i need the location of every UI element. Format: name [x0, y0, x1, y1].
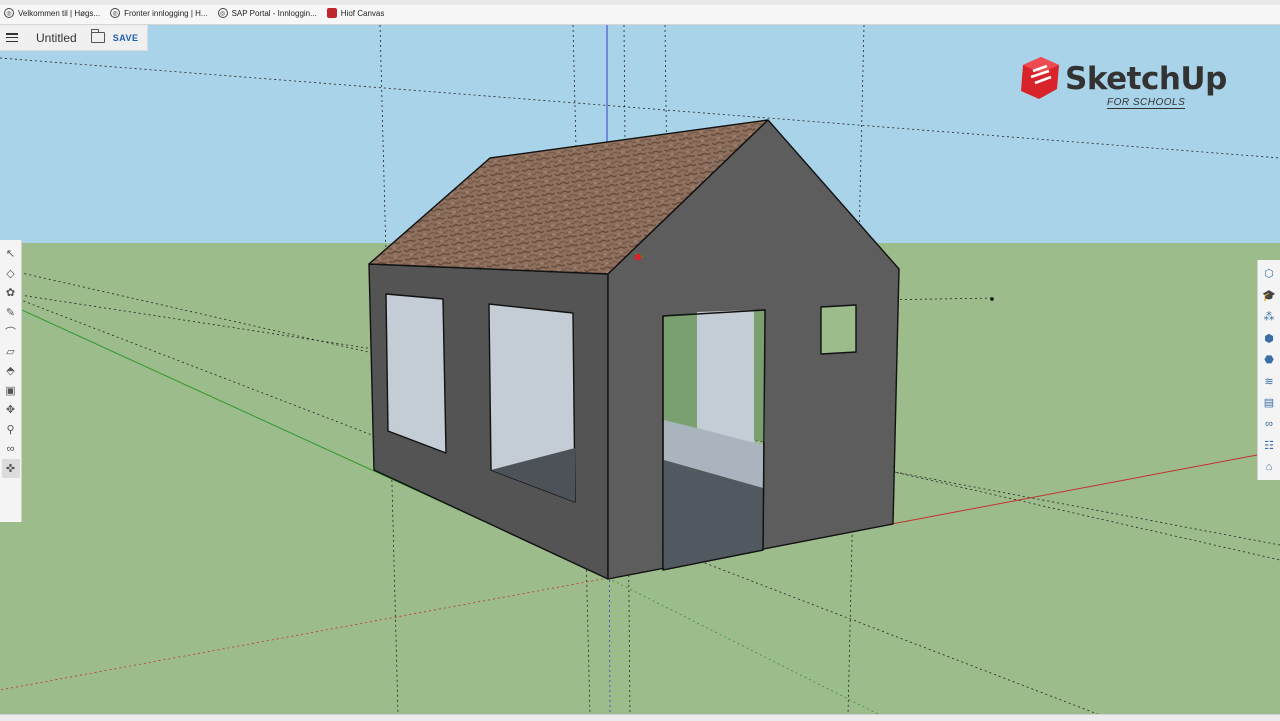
rectangle-tool-icon[interactable]: ▱ — [2, 342, 20, 362]
eraser-tool-icon[interactable]: ◇ — [2, 264, 20, 284]
panels-toolbar: ⬡ 🎓 ⁂ ⬢ ⬣ ≋ ▤ ∞ ☷ ⌂ — [1257, 260, 1280, 480]
styles-icon[interactable]: ⬣ — [1260, 349, 1278, 371]
interior-opening-left — [664, 313, 697, 428]
logo-name: SketchUp — [1065, 61, 1227, 97]
orbit-tool-icon[interactable]: ✜ — [1, 458, 20, 478]
tape-measure-icon[interactable]: ⚲ — [2, 420, 20, 440]
tools-toolbar: ↖ ◇ ✿ ✎ ⌒ ▱ ⬘ ▣ ✥ ⚲ ∞ ✜ — [0, 240, 22, 522]
bookmark-fronter[interactable]: ◎ Fronter innlogging | H... — [110, 8, 208, 18]
scene-canvas[interactable] — [0, 25, 1280, 715]
bookmark-label: Fronter innlogging | H... — [124, 8, 208, 18]
globe-icon: ◎ — [110, 8, 121, 18]
arc-tool-icon[interactable]: ⌒ — [2, 322, 20, 342]
extensions-icon[interactable]: ⌂ — [1260, 457, 1278, 479]
document-title[interactable]: Untitled — [36, 31, 77, 45]
move-tool-icon[interactable]: ✥ — [2, 400, 20, 420]
bookmark-velkommen[interactable]: ◎ Velkommen til | Høgs... — [4, 8, 100, 18]
bookmark-label: Velkommen til | Høgs... — [18, 8, 101, 18]
logo-tagline: FOR SCHOOLS — [1107, 97, 1186, 109]
tab-strip — [0, 0, 1280, 5]
logo-mark-icon — [1021, 57, 1059, 99]
model-viewport[interactable] — [0, 25, 1280, 715]
select-tool-icon[interactable]: ↖ — [2, 244, 20, 264]
materials-icon[interactable]: ⬢ — [1260, 328, 1278, 350]
front-window-left — [385, 293, 447, 454]
walk-tool-icon[interactable]: ∞ — [2, 439, 20, 459]
bookmark-canvas[interactable]: Hiof Canvas — [326, 8, 385, 18]
sketchup-logo: SketchUp FOR SCHOOLS — [1019, 55, 1229, 115]
layers-icon[interactable]: ≋ — [1260, 371, 1278, 393]
folder-icon[interactable] — [90, 29, 105, 43]
globe-icon: ◎ — [217, 8, 228, 18]
entity-info-icon[interactable]: ⬡ — [1260, 263, 1278, 285]
outliner-icon[interactable]: ☷ — [1260, 435, 1278, 457]
offset-tool-icon[interactable]: ▣ — [2, 381, 20, 401]
display-icon[interactable]: ∞ — [1260, 414, 1278, 436]
globe-icon: ◎ — [4, 8, 14, 18]
canvas-icon — [326, 8, 337, 18]
app-header: Untitled SAVE — [0, 25, 148, 51]
bookmarks-bar: ◎ Velkommen til | Høgs... ◎ Fronter innl… — [4, 8, 384, 18]
paint-bucket-icon[interactable]: ✿ — [2, 283, 20, 303]
interior-opening-right — [754, 310, 765, 442]
menu-icon[interactable] — [6, 33, 18, 42]
bookmark-sap[interactable]: ◎ SAP Portal - Innloggin... — [217, 8, 317, 18]
bookmark-label: SAP Portal - Innloggin... — [231, 8, 317, 18]
gable-window — [820, 304, 857, 355]
components-icon[interactable]: ⁂ — [1260, 306, 1278, 328]
browser-chrome: ◎ Velkommen til | Høgs... ◎ Fronter innl… — [0, 0, 1280, 25]
interior-back-wall — [697, 310, 754, 443]
guide-point — [990, 297, 994, 301]
save-button[interactable]: SAVE — [113, 33, 139, 43]
instructor-icon[interactable]: 🎓 — [1260, 285, 1278, 307]
push-pull-tool-icon[interactable]: ⬘ — [2, 361, 20, 381]
scenes-icon[interactable]: ▤ — [1260, 392, 1278, 414]
bookmark-label: Hiof Canvas — [340, 8, 385, 18]
pencil-tool-icon[interactable]: ✎ — [2, 303, 20, 323]
